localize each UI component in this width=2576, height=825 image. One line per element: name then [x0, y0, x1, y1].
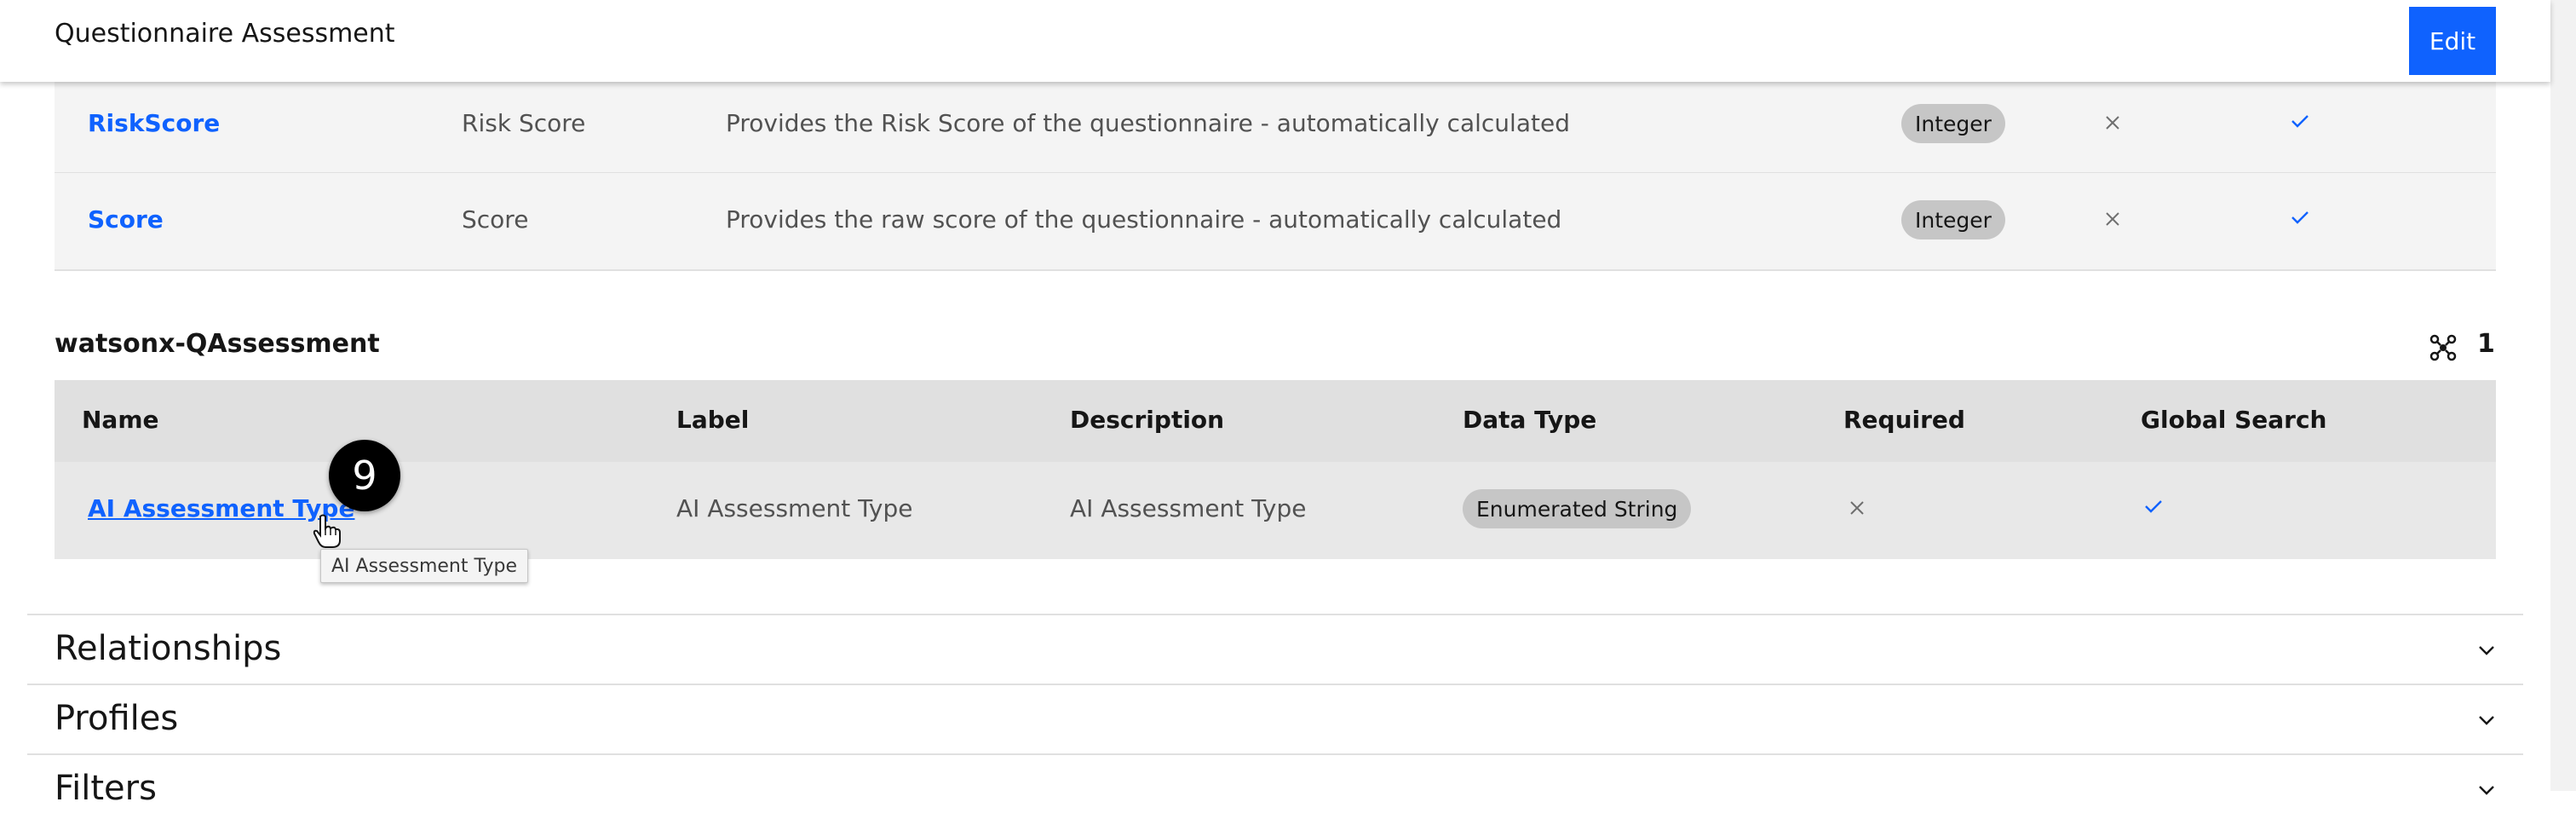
chevron-down-icon	[2479, 646, 2494, 655]
column-header-required[interactable]: Required	[1843, 406, 1965, 434]
attribute-description: AI Assessment Type	[1070, 494, 1307, 522]
network-icon	[2429, 334, 2457, 361]
checkmark-icon	[2145, 500, 2162, 513]
step-number-badge: 9	[329, 440, 400, 511]
column-header-global-search[interactable]: Global Search	[2141, 406, 2327, 434]
close-icon	[2106, 116, 2119, 130]
column-header-name[interactable]: Name	[82, 406, 159, 434]
attribute-label: AI Assessment Type	[676, 494, 913, 522]
data-type-tag: Integer	[1901, 200, 2005, 239]
vertical-scrollbar[interactable]	[2550, 0, 2576, 791]
accordion-relationships[interactable]: Relationships	[27, 614, 2523, 685]
accordion-title: Filters	[55, 769, 157, 808]
table-header: Name Label Description Data Type Require…	[55, 380, 2496, 462]
edit-button[interactable]: Edit	[2409, 7, 2496, 75]
column-header-description[interactable]: Description	[1070, 406, 1224, 434]
item-count: 1	[2477, 329, 2495, 359]
accordion-profiles[interactable]: Profiles	[27, 684, 2523, 755]
attribute-label: Risk Score	[462, 109, 586, 137]
page-title: Questionnaire Assessment	[55, 19, 395, 49]
table-row: AI Assessment Type AI Assessment Type AI…	[55, 462, 2496, 559]
table-row: RiskScore Risk Score Provides the Risk S…	[55, 77, 2496, 174]
hand-pointer-icon	[313, 514, 341, 548]
accordion-filters[interactable]: Filters	[27, 753, 2523, 825]
attribute-description: Provides the Risk Score of the questionn…	[726, 109, 1570, 137]
close-icon	[1850, 501, 1864, 515]
checkmark-icon	[2291, 211, 2309, 224]
chevron-down-icon	[2479, 786, 2494, 795]
column-header-data-type[interactable]: Data Type	[1463, 406, 1596, 434]
close-icon	[2106, 212, 2119, 226]
data-type-tag: Integer	[1901, 104, 2005, 143]
column-header-label[interactable]: Label	[676, 406, 749, 434]
data-type-tag: Enumerated String	[1463, 489, 1692, 528]
table-row: Score Score Provides the raw score of th…	[55, 173, 2496, 271]
chevron-down-icon	[2479, 716, 2494, 725]
page-header: Questionnaire Assessment Edit	[0, 0, 2550, 82]
attribute-label: Score	[462, 205, 529, 234]
checkmark-icon	[2291, 115, 2309, 128]
attribute-name-link[interactable]: Score	[88, 205, 164, 234]
attribute-description: Provides the raw score of the questionna…	[726, 205, 1562, 234]
section-title: watsonx-QAssessment	[55, 329, 380, 359]
attribute-name-link[interactable]: RiskScore	[88, 109, 220, 137]
accordion-title: Relationships	[55, 629, 282, 668]
tooltip: AI Assessment Type	[320, 549, 529, 583]
accordion-title: Profiles	[55, 699, 179, 738]
